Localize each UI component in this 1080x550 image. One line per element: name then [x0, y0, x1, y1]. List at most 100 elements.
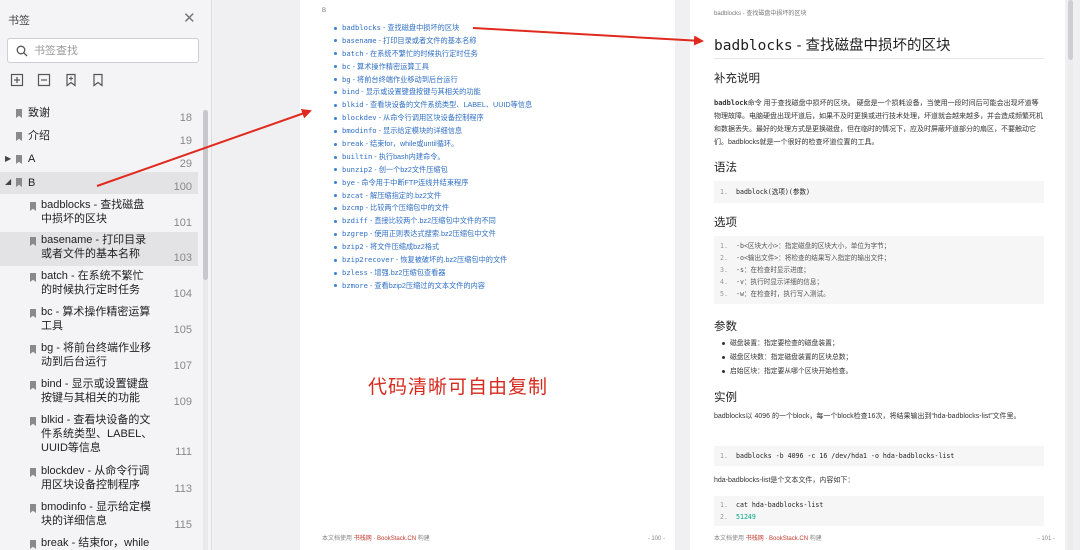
command-link[interactable]: break - 结束for，while或until循环。	[334, 138, 532, 151]
toc-label: B	[28, 177, 36, 189]
viewer-scrollbar[interactable]	[1068, 0, 1073, 550]
toc-page: 18	[179, 112, 192, 124]
bookmark-sidebar: 书签 ✕ 致谢 18 介绍 19 ▶ A 29 ◢	[0, 0, 212, 550]
command-link[interactable]: badblocks - 查找磁盘中损坏的区块	[334, 22, 532, 35]
pdf-page-101: badblocks - 查找磁盘中损坏的区块 badblocks - 查找磁盘中…	[690, 0, 1065, 550]
toc-item-bg[interactable]: bg - 将前台终端作业移动到后台运行 107	[0, 340, 198, 374]
page-number: - 100 -	[647, 536, 665, 542]
toc-item-acknowledgements[interactable]: 致谢 18	[0, 103, 198, 124]
toc-page: 103	[173, 252, 192, 264]
toc-item-break[interactable]: break - 结束for，while	[0, 535, 198, 550]
collapse-all-icon[interactable]	[37, 73, 51, 87]
command-link[interactable]: bzcmp - 比较两个压缩包中的文件	[334, 202, 532, 215]
toc-label: blockdev - 从命令行调用区块设备控制程序	[41, 465, 150, 491]
toc-item-blkid[interactable]: blkid - 查看块设备的文件系统类型、LABEL、UUID等信息 111	[0, 412, 198, 462]
toc-label: break - 结束for，while	[41, 537, 150, 549]
toc-label: 致谢	[28, 107, 50, 119]
toc-label: bc - 算术操作精密运算工具	[41, 306, 151, 332]
toc-label: batch - 在系统不繁忙的时候执行定时任务	[41, 270, 144, 296]
expand-all-icon[interactable]	[10, 73, 24, 87]
command-link[interactable]: blkid - 查看块设备的文件系统类型、LABEL、UUID等信息	[334, 99, 532, 112]
bookmark-icon	[16, 155, 22, 164]
toc-page: 111	[175, 446, 192, 458]
bookmark-icon	[30, 540, 36, 549]
command-link[interactable]: bye - 命令用于中断FTP连线并结束程序	[334, 177, 532, 190]
bookmark-icon	[30, 273, 36, 282]
bookmark-icon[interactable]	[91, 73, 105, 87]
toc-label: blkid - 查看块设备的文件系统类型、LABEL、UUID等信息	[41, 414, 153, 454]
param-item: 磁盘区块数：指定磁盘装置的区块总数；	[722, 352, 852, 364]
command-link[interactable]: bzcat - 解压缩指定的.bz2文件	[334, 190, 532, 203]
expand-arrow-icon[interactable]: ▶	[5, 154, 11, 163]
heading-supplement: 补充说明	[714, 73, 760, 85]
bookmark-icon	[30, 468, 36, 477]
toc-label: A	[28, 153, 36, 165]
example-paragraph-2: hda-badblocks-list是个文本文件，内容如下：	[714, 477, 855, 484]
add-bookmark-icon[interactable]	[64, 73, 78, 87]
toc-item-batch[interactable]: batch - 在系统不繁忙的时候执行定时任务 104	[0, 268, 198, 302]
command-link[interactable]: batch - 在系统不繁忙的时候执行定时任务	[334, 48, 532, 61]
toc-label: 介绍	[28, 130, 50, 142]
example-code-2: 1. cat hda-badblocks-list 2. 51249	[714, 496, 1044, 526]
page-header: B	[322, 8, 327, 14]
command-link[interactable]: bind - 显示或设置键盘按键与其相关的功能	[334, 86, 532, 99]
scrollbar-thumb[interactable]	[203, 110, 208, 280]
command-link[interactable]: bzdiff - 直接比较两个.bz2压缩包中文件的不同	[334, 215, 532, 228]
command-link[interactable]: bzless - 增强.bz2压缩包查看器	[334, 267, 532, 280]
command-list: badblocks - 查找磁盘中损坏的区块 basename - 打印目录或者文…	[334, 22, 532, 293]
collapse-arrow-icon[interactable]: ◢	[5, 177, 11, 186]
example-code: 1. badblocks -b 4096 -c 16 /dev/hda1 -o h…	[714, 446, 1044, 466]
toc-page: 109	[173, 396, 192, 408]
toc-item-bind[interactable]: bind - 显示或设置键盘按键与其相关的功能 109	[0, 376, 198, 410]
toc-page: 105	[173, 324, 192, 336]
close-icon[interactable]: ✕	[183, 9, 196, 27]
toc-label: basename - 打印目录或者文件的基本名称	[41, 234, 147, 260]
scrollbar-thumb[interactable]	[1068, 0, 1073, 60]
command-link[interactable]: bzgrep - 使用正则表达式搜索.bz2压缩包中文件	[334, 228, 532, 241]
bookmark-icon	[30, 309, 36, 318]
toc-item-b[interactable]: ◢ B 100	[0, 172, 198, 194]
heading-params: 参数	[714, 321, 737, 333]
param-item: 启始区块：指定要从哪个区块开始检查。	[722, 366, 852, 378]
command-link[interactable]: bzip2recover - 恢复被破坏的.bz2压缩包中的文件	[334, 254, 532, 267]
toc-item-a[interactable]: ▶ A 29	[0, 149, 198, 170]
bookmark-icon	[30, 381, 36, 390]
bookmark-search[interactable]	[7, 38, 199, 63]
toc-item-basename[interactable]: basename - 打印目录或者文件的基本名称 103	[0, 232, 198, 266]
bookmark-toolbar	[10, 73, 105, 87]
bookstack-link[interactable]: 书栈网 · BookStack.CN	[746, 536, 808, 542]
toc-page: 100	[173, 181, 192, 193]
bookmark-icon	[30, 417, 36, 426]
bookmark-icon	[16, 132, 22, 141]
command-link[interactable]: bc - 算术操作精密运算工具	[334, 61, 532, 74]
annotation-text: 代码清晰可自由复制	[368, 376, 549, 398]
title-divider	[714, 58, 1044, 59]
toc-page: 107	[173, 360, 192, 372]
options-code: 1. -b<区块大小>：指定磁盘的区块大小，单位为字节； 2. -o<输出文件>：将…	[714, 236, 1044, 304]
bookmark-search-input[interactable]	[34, 44, 184, 57]
toc-label: bmodinfo - 显示给定模块的详细信息	[41, 501, 152, 527]
bookstack-link[interactable]: 书栈网 · BookStack.CN	[354, 536, 416, 542]
command-link[interactable]: builtin - 执行bash内建命令。	[334, 151, 532, 164]
command-link[interactable]: basename - 打印目录或者文件的基本名称	[334, 35, 532, 48]
sidebar-scrollbar[interactable]	[203, 110, 208, 550]
page-title: badblocks - 查找磁盘中损坏的区块	[714, 38, 951, 54]
toc-item-blockdev[interactable]: blockdev - 从命令行调用区块设备控制程序 113	[0, 463, 198, 497]
toc-item-bmodinfo[interactable]: bmodinfo - 显示给定模块的详细信息 115	[0, 499, 198, 533]
param-item: 磁盘装置：指定要检查的磁盘装置；	[722, 338, 839, 350]
command-link[interactable]: bzip2 - 将文件压缩成bz2格式	[334, 241, 532, 254]
command-link[interactable]: blockdev - 从命令行调用区块设备控制程序	[334, 112, 532, 125]
command-link[interactable]: bzmore - 查看bzip2压缩过的文本文件的内容	[334, 280, 532, 293]
toc-item-badblocks[interactable]: badblocks - 查找磁盘中损坏的区块 101	[0, 197, 198, 231]
page-footer: 本文档使用 书栈网 · BookStack.CN 构建	[322, 536, 430, 542]
toc-page: 19	[179, 135, 192, 147]
toc-page: 104	[173, 288, 192, 300]
command-link[interactable]: bunzip2 - 创一个bz2文件压缩包	[334, 164, 532, 177]
search-icon	[16, 45, 28, 56]
toc-item-bc[interactable]: bc - 算术操作精密运算工具 105	[0, 304, 198, 338]
toc-item-introduction[interactable]: 介绍 19	[0, 126, 198, 147]
bookmark-icon	[30, 237, 36, 246]
command-link[interactable]: bmodinfo - 显示给定模块的详细信息	[334, 125, 532, 138]
bookmark-icon	[16, 109, 22, 118]
command-link[interactable]: bg - 将前台终端作业移动到后台运行	[334, 74, 532, 87]
